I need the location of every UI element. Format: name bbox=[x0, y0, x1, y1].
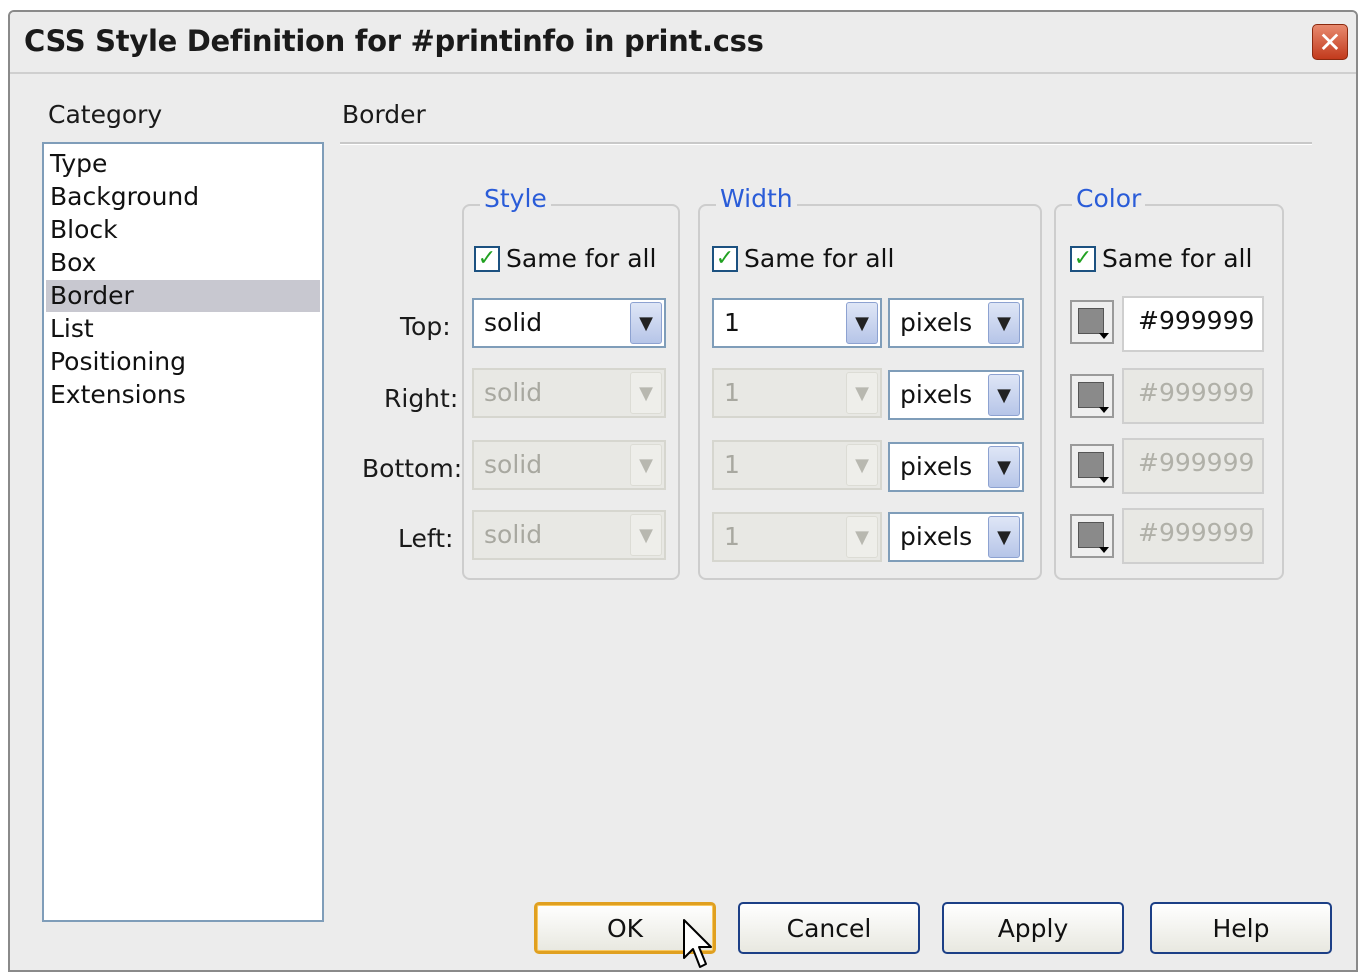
bottom-label: Bottom: bbox=[362, 454, 463, 483]
width-group-legend: Width bbox=[716, 184, 797, 213]
close-button[interactable]: ✕ bbox=[1312, 24, 1348, 60]
chevron-down-icon: ▼ bbox=[630, 514, 662, 556]
apply-button[interactable]: Apply bbox=[942, 902, 1124, 954]
top-style-select[interactable]: solid ▼ bbox=[472, 298, 666, 348]
bottom-color-picker bbox=[1070, 444, 1114, 488]
chevron-down-icon: ▼ bbox=[846, 444, 878, 486]
color-same-for-all[interactable]: ✓ Same for all bbox=[1070, 244, 1252, 273]
bottom-style-select: solid ▼ bbox=[472, 440, 666, 490]
chevron-down-icon[interactable]: ▼ bbox=[988, 302, 1020, 344]
category-list[interactable]: Type Background Block Box Border List Po… bbox=[42, 142, 324, 922]
chevron-down-icon: ▼ bbox=[630, 372, 662, 414]
left-color-input: #999999 bbox=[1122, 508, 1264, 564]
top-color-picker[interactable] bbox=[1070, 300, 1114, 344]
color-swatch-icon bbox=[1078, 452, 1104, 478]
width-same-for-all[interactable]: ✓ Same for all bbox=[712, 244, 894, 273]
top-unit-select[interactable]: pixels ▼ bbox=[888, 298, 1024, 348]
css-style-dialog: CSS Style Definition for #printinfo in p… bbox=[8, 10, 1358, 972]
category-item-block[interactable]: Block bbox=[46, 214, 320, 246]
chevron-down-icon: ▼ bbox=[846, 516, 878, 558]
category-item-border[interactable]: Border bbox=[46, 280, 320, 312]
chevron-down-icon[interactable]: ▼ bbox=[630, 302, 662, 344]
top-label: Top: bbox=[400, 312, 451, 341]
color-same-label: Same for all bbox=[1102, 244, 1253, 273]
checkmark-icon: ✓ bbox=[1073, 245, 1093, 271]
category-item-extensions[interactable]: Extensions bbox=[46, 379, 320, 411]
right-style-select: solid ▼ bbox=[472, 368, 666, 418]
category-item-background[interactable]: Background bbox=[46, 181, 320, 213]
category-item-positioning[interactable]: Positioning bbox=[46, 346, 320, 378]
bottom-color-input: #999999 bbox=[1122, 438, 1264, 494]
mouse-pointer-icon bbox=[683, 919, 712, 968]
category-item-type[interactable]: Type bbox=[46, 148, 320, 180]
color-group-legend: Color bbox=[1072, 184, 1146, 213]
color-swatch-icon bbox=[1078, 382, 1104, 408]
category-item-list[interactable]: List bbox=[46, 313, 320, 345]
right-width-select: 1 ▼ bbox=[712, 368, 882, 418]
width-same-checkbox[interactable]: ✓ bbox=[712, 245, 738, 272]
right-color-picker bbox=[1070, 374, 1114, 418]
color-swatch-icon bbox=[1078, 522, 1104, 548]
chevron-down-icon[interactable]: ▼ bbox=[846, 302, 878, 344]
style-group-legend: Style bbox=[480, 184, 551, 213]
style-same-label: Same for all bbox=[506, 244, 657, 273]
bottom-width-select: 1 ▼ bbox=[712, 440, 882, 490]
color-swatch-icon bbox=[1078, 308, 1104, 334]
title-separator bbox=[10, 72, 1356, 74]
top-width-select[interactable]: 1 ▼ bbox=[712, 298, 882, 348]
section-title: Border bbox=[342, 100, 426, 129]
checkmark-icon: ✓ bbox=[715, 245, 735, 271]
bottom-unit-select[interactable]: pixels ▼ bbox=[888, 442, 1024, 492]
left-color-picker bbox=[1070, 514, 1114, 558]
color-same-checkbox[interactable]: ✓ bbox=[1070, 245, 1096, 272]
checkmark-icon: ✓ bbox=[477, 245, 497, 271]
title-bar[interactable]: CSS Style Definition for #printinfo in p… bbox=[10, 12, 1356, 72]
left-width-select: 1 ▼ bbox=[712, 512, 882, 562]
chevron-down-icon[interactable]: ▼ bbox=[988, 516, 1020, 558]
style-same-checkbox[interactable]: ✓ bbox=[474, 245, 500, 272]
right-unit-select[interactable]: pixels ▼ bbox=[888, 370, 1024, 420]
left-label: Left: bbox=[398, 524, 454, 553]
chevron-down-icon: ▼ bbox=[846, 372, 878, 414]
cancel-button[interactable]: Cancel bbox=[738, 902, 920, 954]
help-button[interactable]: Help bbox=[1150, 902, 1332, 954]
dialog-title: CSS Style Definition for #printinfo in p… bbox=[24, 24, 764, 58]
top-color-input[interactable]: #999999 bbox=[1122, 296, 1264, 352]
section-divider bbox=[340, 142, 1312, 145]
close-icon: ✕ bbox=[1318, 25, 1342, 59]
left-style-select: solid ▼ bbox=[472, 510, 666, 560]
chevron-down-icon[interactable]: ▼ bbox=[988, 374, 1020, 416]
chevron-down-icon[interactable]: ▼ bbox=[988, 446, 1020, 488]
right-label: Right: bbox=[384, 384, 459, 413]
chevron-down-icon: ▼ bbox=[630, 444, 662, 486]
category-item-box[interactable]: Box bbox=[46, 247, 320, 279]
width-same-label: Same for all bbox=[744, 244, 895, 273]
right-color-input: #999999 bbox=[1122, 368, 1264, 424]
style-same-for-all[interactable]: ✓ Same for all bbox=[474, 244, 656, 273]
category-label: Category bbox=[48, 100, 163, 129]
left-unit-select[interactable]: pixels ▼ bbox=[888, 512, 1024, 562]
